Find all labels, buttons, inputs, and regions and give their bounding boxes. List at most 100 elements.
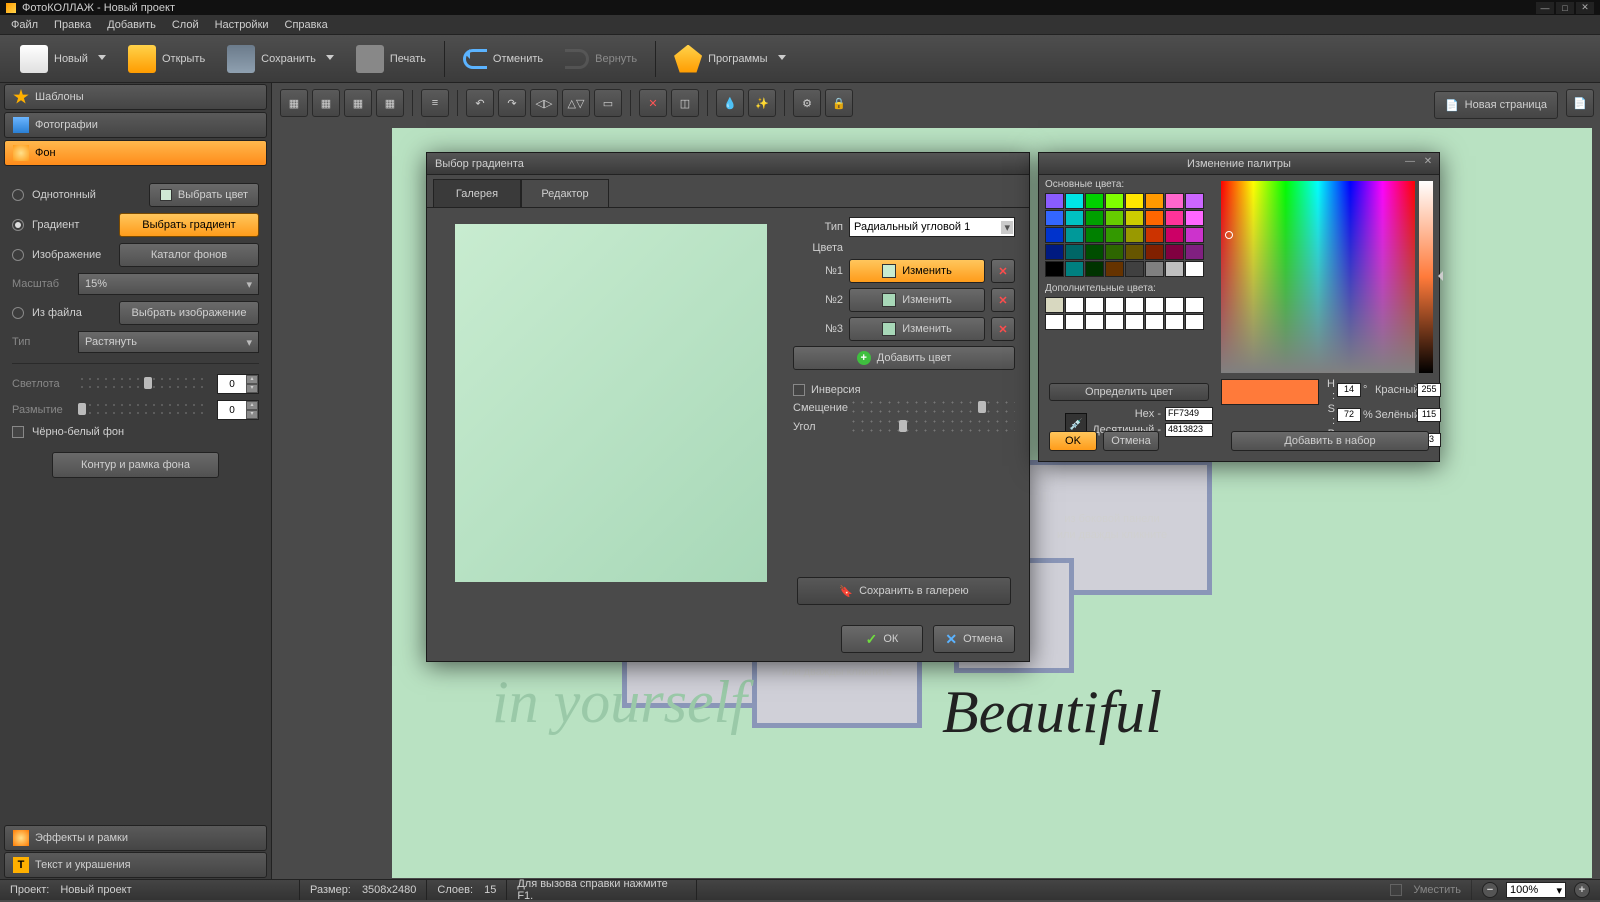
arrange-forward-button[interactable]: ▦ [312,89,340,117]
basic-swatch[interactable] [1165,210,1184,226]
custom-swatch[interactable] [1125,297,1144,313]
bg-catalog-button[interactable]: Каталог фонов [119,243,259,267]
brightness-input[interactable]: ▴▾ [217,374,259,394]
basic-swatch[interactable] [1105,261,1124,277]
custom-swatch[interactable] [1065,314,1084,330]
cancel-button[interactable]: ✕Отмена [933,625,1015,653]
basic-swatch[interactable] [1125,210,1144,226]
menu-edit[interactable]: Правка [47,17,98,33]
open-button[interactable]: Открыть [118,40,215,78]
add-to-set-button[interactable]: Добавить в набор [1231,431,1429,451]
change-color-2-button[interactable]: Изменить [849,288,985,312]
basic-swatch[interactable] [1045,210,1064,226]
basic-swatch[interactable] [1045,244,1064,260]
menu-file[interactable]: Файл [4,17,45,33]
hex-input[interactable]: FF7349 [1165,407,1213,421]
fit-button[interactable]: ▭ [594,89,622,117]
basic-swatch[interactable] [1165,193,1184,209]
offset-slider[interactable] [849,401,1015,415]
basic-swatch[interactable] [1085,193,1104,209]
change-color-3-button[interactable]: Изменить [849,317,985,341]
print-button[interactable]: Печать [346,40,436,78]
undo-button[interactable]: Отменить [453,40,553,78]
basic-swatch[interactable] [1185,210,1204,226]
zoom-in-button[interactable]: + [1574,882,1590,898]
custom-swatch[interactable] [1165,297,1184,313]
value-pointer[interactable] [1433,271,1443,281]
basic-swatch[interactable] [1165,244,1184,260]
remove-color-3-button[interactable]: ✕ [991,317,1015,341]
palette-ok-button[interactable]: OK [1049,431,1097,451]
tab-effects[interactable]: Эффекты и рамки [4,825,267,851]
basic-swatch[interactable] [1185,227,1204,243]
change-color-1-button[interactable]: Изменить [849,259,985,283]
zoom-select[interactable]: 100%▾ [1506,882,1566,898]
custom-swatch[interactable] [1185,314,1204,330]
basic-swatch[interactable] [1045,193,1064,209]
tab-editor[interactable]: Редактор [521,179,609,207]
radio-solid[interactable] [12,189,24,201]
redo-button[interactable]: Вернуть [555,40,647,78]
zoom-out-button[interactable]: − [1482,882,1498,898]
ok-button[interactable]: ✓ОК [841,625,923,653]
define-color-button[interactable]: Определить цвет [1049,383,1209,401]
flip-v-button[interactable]: △▽ [562,89,590,117]
basic-swatch[interactable] [1085,261,1104,277]
basic-swatch[interactable] [1145,244,1164,260]
basic-swatch[interactable] [1045,227,1064,243]
frame-button[interactable]: Контур и рамка фона [52,452,219,478]
blur-input[interactable]: ▴▾ [217,400,259,420]
tab-templates[interactable]: Шаблоны [4,84,267,110]
custom-swatch[interactable] [1045,297,1064,313]
r-input[interactable]: 255 [1417,383,1441,397]
save-to-gallery-button[interactable]: 🔖Сохранить в галерею [797,577,1011,605]
bw-checkbox[interactable] [12,426,24,438]
gradient-type-select[interactable]: Радиальный угловой 1 [849,217,1015,237]
extra-page-button[interactable]: 📄 [1566,89,1594,117]
choose-image-button[interactable]: Выбрать изображение [119,301,259,325]
basic-swatch[interactable] [1185,261,1204,277]
basic-swatch[interactable] [1065,227,1084,243]
align-button[interactable]: ≡ [421,89,449,117]
maximize-button[interactable]: □ [1556,2,1574,14]
hue-saturation-field[interactable] [1221,181,1415,373]
custom-swatch[interactable] [1145,297,1164,313]
basic-swatch[interactable] [1105,227,1124,243]
tab-background[interactable]: Фон [4,140,267,166]
arrange-backward-button[interactable]: ▦ [344,89,372,117]
basic-swatch[interactable] [1045,261,1064,277]
tab-text[interactable]: TТекст и украшения [4,852,267,878]
basic-swatch[interactable] [1085,244,1104,260]
basic-swatch[interactable] [1105,193,1124,209]
menu-help[interactable]: Справка [278,17,335,33]
custom-swatch[interactable] [1105,297,1124,313]
custom-swatch[interactable] [1125,314,1144,330]
tab-gallery[interactable]: Галерея [433,179,521,207]
basic-swatch[interactable] [1145,210,1164,226]
remove-color-1-button[interactable]: ✕ [991,259,1015,283]
add-color-button[interactable]: +Добавить цвет [793,346,1015,370]
h-input[interactable]: 14 [1337,383,1361,397]
custom-swatch[interactable] [1065,297,1084,313]
minimize-button[interactable]: — [1536,2,1554,14]
basic-swatch[interactable] [1065,210,1084,226]
close-button[interactable]: ✕ [1576,2,1594,14]
basic-swatch[interactable] [1105,244,1124,260]
angle-slider[interactable] [849,420,1015,434]
lock-button[interactable]: 🔒 [825,89,853,117]
arrange-front-button[interactable]: ▦ [280,89,308,117]
basic-swatch[interactable] [1185,244,1204,260]
custom-swatch[interactable] [1145,314,1164,330]
brightness-slider[interactable] [78,377,209,391]
palette-minimize-button[interactable]: — [1403,156,1417,170]
color-cursor[interactable] [1225,231,1233,239]
scale-select[interactable]: 15% [78,273,259,295]
value-strip[interactable] [1419,181,1433,373]
basic-swatch[interactable] [1125,244,1144,260]
basic-swatch[interactable] [1145,227,1164,243]
fit-checkbox[interactable] [1390,884,1402,896]
menu-layer[interactable]: Слой [165,17,206,33]
choose-gradient-button[interactable]: Выбрать градиент [119,213,259,237]
crop-button[interactable]: ◫ [671,89,699,117]
delete-button[interactable]: ✕ [639,89,667,117]
